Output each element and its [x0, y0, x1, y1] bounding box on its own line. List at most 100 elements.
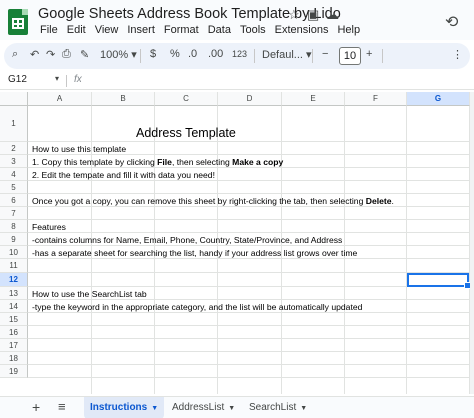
cell-a3-text: , then selecting	[171, 157, 233, 167]
paint-format-icon[interactable]: ✎	[80, 48, 89, 61]
menu-format[interactable]: Format	[164, 24, 199, 36]
sheet-title-cell: Address Template	[136, 126, 236, 140]
vertical-scrollbar[interactable]	[470, 92, 474, 394]
font-size-increase-button[interactable]: +	[366, 48, 372, 60]
row-header-6[interactable]: 6	[0, 194, 28, 207]
gridline	[28, 312, 470, 313]
column-header-a[interactable]: A	[28, 92, 92, 106]
gridline	[28, 167, 470, 168]
row-header-9[interactable]: 9	[0, 233, 28, 246]
row-header-8[interactable]: 8	[0, 220, 28, 233]
folder-move-icon[interactable]: ▣	[307, 7, 319, 23]
selected-cell-g12[interactable]	[407, 273, 471, 289]
menu-bar: File Edit View Insert Format Data Tools …	[40, 24, 369, 36]
row-header-4[interactable]: 4	[0, 168, 28, 181]
cell-grid[interactable]: Address Template How to use this templat…	[28, 106, 471, 394]
cell-a8: Features	[32, 222, 66, 232]
font-select[interactable]: Defaul... ▾	[262, 48, 312, 61]
menu-insert[interactable]: Insert	[127, 24, 155, 36]
column-header-e[interactable]: E	[282, 92, 345, 106]
menu-view[interactable]: View	[95, 24, 119, 36]
zoom-select[interactable]: 100% ▾	[100, 48, 137, 61]
number-format-button[interactable]: 123	[232, 49, 247, 59]
row-header-1[interactable]: 1	[0, 106, 28, 142]
column-header-d[interactable]: D	[218, 92, 282, 106]
menu-file[interactable]: File	[40, 24, 58, 36]
column-header-g[interactable]: G	[407, 92, 470, 106]
font-size-input[interactable]: 10	[339, 47, 361, 65]
gridline	[28, 154, 470, 155]
row-header-7[interactable]: 7	[0, 207, 28, 220]
fx-icon: fx	[74, 74, 82, 85]
gridline	[28, 258, 470, 259]
sheets-logo-icon[interactable]	[8, 9, 28, 35]
undo-icon[interactable]: ↶	[30, 48, 39, 61]
gridline	[28, 232, 470, 233]
toolbar-divider	[312, 49, 313, 63]
tab-label: AddressList	[172, 402, 225, 413]
toolbar: ⌕ ↶ ↷ ⎙ ✎ 100% ▾ $ % .0 .00 123 Defaul..…	[4, 43, 470, 69]
menu-edit[interactable]: Edit	[67, 24, 86, 36]
select-all-corner[interactable]	[0, 92, 28, 106]
row-header-5[interactable]: 5	[0, 181, 28, 194]
chevron-down-icon: ▼	[151, 405, 159, 412]
row-header-17[interactable]: 17	[0, 339, 28, 352]
cell-a3-text: 1. Copy this template by clicking	[32, 157, 158, 167]
all-sheets-button[interactable]: ≡	[58, 399, 66, 414]
menu-tools[interactable]: Tools	[240, 24, 266, 36]
font-size-decrease-button[interactable]: −	[322, 48, 328, 60]
toolbar-divider	[254, 49, 255, 63]
gridline	[28, 180, 470, 181]
column-header-f[interactable]: F	[345, 92, 407, 106]
cell-a2: How to use this template	[32, 144, 127, 154]
row-header-2[interactable]: 2	[0, 142, 28, 155]
column-header-b[interactable]: B	[92, 92, 155, 106]
decrease-decimal-button[interactable]: .0	[188, 48, 197, 60]
sheet-tab-bar: + ≡ Instructions ▼ AddressList ▼ SearchLis…	[0, 396, 474, 418]
more-options-icon[interactable]: ⋮	[452, 48, 463, 61]
row-header-15[interactable]: 15	[0, 313, 28, 326]
tab-addresslist[interactable]: AddressList ▼	[166, 397, 241, 418]
menu-extensions[interactable]: Extensions	[275, 24, 329, 36]
add-sheet-button[interactable]: +	[32, 399, 40, 415]
title-bar: Google Sheets Address Book Template by L…	[0, 0, 474, 40]
row-header-14[interactable]: 14	[0, 300, 28, 313]
tab-instructions[interactable]: Instructions ▼	[84, 397, 165, 418]
cell-a3-file: File	[157, 157, 172, 167]
row-header-19[interactable]: 19	[0, 365, 28, 378]
name-box[interactable]: G12	[8, 74, 27, 85]
cloud-status-icon[interactable]: ☁	[326, 7, 339, 23]
currency-format-button[interactable]: $	[150, 48, 156, 60]
gridline	[28, 325, 470, 326]
zoom-value: 100%	[100, 49, 129, 61]
chevron-down-icon[interactable]: ▾	[55, 74, 59, 83]
row-header-16[interactable]: 16	[0, 326, 28, 339]
cell-a14: -type the keyword in the appropriate cat…	[32, 302, 363, 312]
history-icon[interactable]: ⟲	[445, 12, 458, 32]
tab-label: Instructions	[90, 402, 148, 413]
star-icon[interactable]: ☆	[288, 7, 300, 23]
row-header-11[interactable]: 11	[0, 259, 28, 273]
menu-data[interactable]: Data	[208, 24, 231, 36]
gridline	[28, 141, 470, 142]
row-header-3[interactable]: 3	[0, 155, 28, 168]
tab-searchlist[interactable]: SearchList ▼	[243, 397, 313, 418]
cell-a6-text: Once you got a copy, you can remove this…	[32, 196, 366, 206]
row-header-10[interactable]: 10	[0, 246, 28, 259]
row-header-13[interactable]: 13	[0, 287, 28, 300]
cell-a3: 1. Copy this template by clicking File, …	[32, 157, 283, 167]
gridline	[28, 272, 470, 273]
column-header-c[interactable]: C	[155, 92, 218, 106]
gridline	[28, 338, 470, 339]
formula-bar: G12 ▾ fx	[0, 72, 474, 90]
search-menus-icon[interactable]: ⌕	[12, 48, 18, 61]
formula-input[interactable]	[90, 74, 460, 88]
print-icon[interactable]: ⎙	[62, 48, 71, 61]
row-header-12[interactable]: 12	[0, 273, 28, 287]
menu-help[interactable]: Help	[337, 24, 360, 36]
redo-icon[interactable]: ↷	[46, 48, 55, 61]
increase-decimal-button[interactable]: .00	[208, 48, 223, 60]
cell-a4: 2. Edit the tempate and fill it with dat…	[32, 170, 215, 180]
percent-format-button[interactable]: %	[170, 48, 180, 60]
row-header-18[interactable]: 18	[0, 352, 28, 365]
